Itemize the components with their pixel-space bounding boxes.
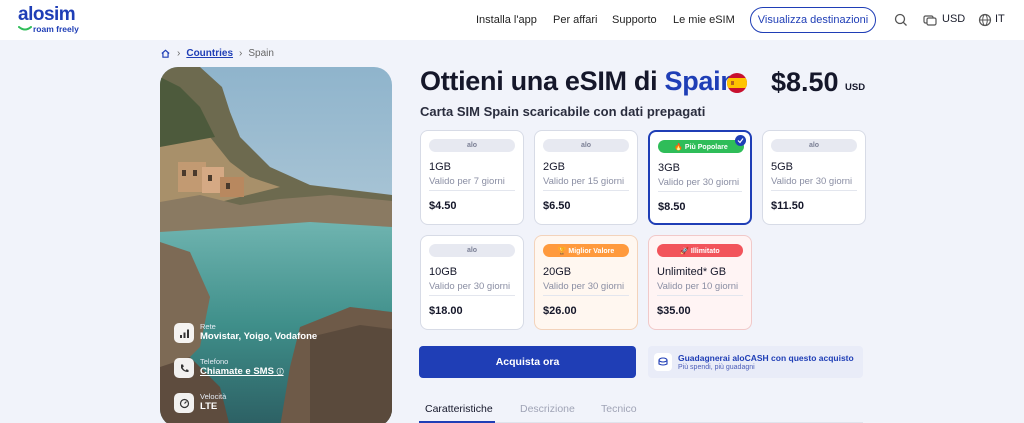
- plan-badge: alo: [543, 139, 629, 152]
- home-icon[interactable]: [160, 48, 171, 59]
- plan-data: 10GB: [429, 266, 458, 278]
- plan-validity: Valido per 30 giorni: [429, 281, 511, 292]
- currency-icon[interactable]: [922, 12, 938, 28]
- plan-validity: Valido per 10 giorni: [657, 281, 739, 292]
- page-subtitle: Carta SIM Spain scaricabile con dati pre…: [420, 104, 706, 119]
- currency-selector[interactable]: USD: [942, 13, 965, 25]
- nav-install-app[interactable]: Installa l'app: [476, 0, 537, 40]
- nav-business-label[interactable]: Per affari: [553, 14, 597, 26]
- plan-badge-best-value: 🏆 Miglior Valore: [543, 244, 629, 257]
- divider: [658, 191, 742, 192]
- plan-card-1gb[interactable]: alo 1GB Valido per 7 giorni $4.50: [420, 130, 524, 225]
- alocash-title: Guadagnerai aloCASH con questo acquisto: [678, 352, 854, 363]
- plan-badge-popular: 🔥 Più Popolare: [658, 140, 744, 153]
- breadcrumb: › Countries › Spain: [160, 48, 274, 59]
- plan-badge: alo: [771, 139, 857, 152]
- plan-data: 20GB: [543, 266, 572, 278]
- plan-card-3gb[interactable]: 🔥 Più Popolare 3GB Valido per 30 giorni …: [648, 130, 752, 225]
- plan-data: Unlimited* GB: [657, 266, 727, 278]
- plan-price: $6.50: [543, 200, 571, 212]
- plan-price: $18.00: [429, 305, 463, 317]
- plan-validity: Valido per 30 giorni: [543, 281, 625, 292]
- nav-install-label[interactable]: Installa l'app: [476, 14, 537, 26]
- plan-validity: Valido per 7 giorni: [429, 176, 505, 187]
- spec-network-value: Movistar, Yoigo, Vodafone: [200, 331, 318, 342]
- plan-card-20gb[interactable]: 🏆 Miglior Valore 20GB Valido per 30 gior…: [534, 235, 638, 330]
- tab-technical[interactable]: Tecnico: [601, 403, 637, 415]
- plan-validity: Valido per 15 giorni: [543, 176, 625, 187]
- plan-price: $26.00: [543, 305, 577, 317]
- alocash-info: Guadagnerai aloCASH con questo acquisto …: [648, 346, 863, 378]
- language-selector[interactable]: IT: [995, 13, 1005, 25]
- product-tabs: Caratteristiche Descrizione Tecnico: [419, 397, 863, 423]
- divider: [429, 190, 515, 191]
- globe-icon[interactable]: [977, 12, 993, 28]
- tab-features[interactable]: Caratteristiche: [425, 403, 493, 415]
- spec-phone-value[interactable]: Chiamate e SMS ⓘ: [200, 366, 284, 379]
- logo-tagline: roam freely: [33, 24, 79, 34]
- info-icon[interactable]: ⓘ: [277, 369, 284, 376]
- tab-description[interactable]: Descrizione: [520, 403, 575, 415]
- spec-speed-label: Velocità: [200, 392, 227, 401]
- site-header: alosim roam freely Installa l'app Per af…: [0, 0, 1024, 40]
- nav-support-label[interactable]: Supporto: [612, 14, 657, 26]
- breadcrumb-countries[interactable]: Countries: [186, 48, 233, 59]
- spec-speed: Velocità LTE: [174, 392, 226, 413]
- divider: [657, 295, 743, 296]
- signal-icon: [174, 323, 194, 343]
- plan-validity: Valido per 30 giorni: [658, 177, 740, 188]
- plan-data: 5GB: [771, 161, 794, 173]
- plan-price: $11.50: [771, 200, 805, 212]
- phone-icon: [174, 358, 194, 378]
- alosim-logo[interactable]: alosim roam freely: [18, 4, 79, 34]
- divider: [543, 190, 629, 191]
- plan-validity: Valido per 30 giorni: [771, 176, 853, 187]
- divider: [429, 295, 515, 296]
- plan-price: $4.50: [429, 200, 457, 212]
- spec-network-label: Rete: [200, 322, 216, 331]
- plan-card-10gb[interactable]: alo 10GB Valido per 30 giorni $18.00: [420, 235, 524, 330]
- page-title: Ottieni una eSIM di Spain: [420, 66, 737, 97]
- title-country: Spain: [664, 66, 737, 96]
- plan-badge: alo: [429, 244, 515, 257]
- plan-badge-unlimited: 🚀 Illimitato: [657, 244, 743, 257]
- divider: [543, 295, 629, 296]
- title-prefix: Ottieni una eSIM di: [420, 66, 658, 96]
- nav-support[interactable]: Supporto: [612, 0, 657, 40]
- price-value: $8.50: [771, 67, 839, 97]
- spec-network: Rete Movistar, Yoigo, Vodafone: [174, 322, 317, 343]
- coins-icon: [654, 353, 672, 371]
- view-destinations-button[interactable]: Visualizza destinazioni: [750, 7, 876, 33]
- plan-data: 3GB: [658, 162, 681, 174]
- nav-my-esim[interactable]: Le mie eSIM: [673, 0, 735, 40]
- spec-phone-value-text: Chiamate e SMS: [200, 366, 274, 377]
- plan-price: $8.50: [658, 201, 686, 213]
- spec-speed-value: LTE: [200, 401, 218, 412]
- plan-card-5gb[interactable]: alo 5GB Valido per 30 giorni $11.50: [762, 130, 866, 225]
- plan-price: $35.00: [657, 305, 691, 317]
- search-icon[interactable]: [893, 12, 909, 28]
- nav-my-esim-label[interactable]: Le mie eSIM: [673, 14, 735, 26]
- plan-card-2gb[interactable]: alo 2GB Valido per 15 giorni $6.50: [534, 130, 638, 225]
- divider: [771, 190, 857, 191]
- buy-now-button[interactable]: Acquista ora: [419, 346, 636, 378]
- destination-image: Rete Movistar, Yoigo, Vodafone Telefono …: [160, 67, 392, 423]
- spec-phone-label: Telefono: [200, 357, 229, 366]
- nav-business[interactable]: Per affari: [553, 0, 597, 40]
- breadcrumb-separator: ›: [177, 48, 181, 59]
- breadcrumb-separator: ›: [239, 48, 243, 59]
- plan-data: 2GB: [543, 161, 566, 173]
- price-currency: USD: [845, 82, 866, 93]
- breadcrumb-current: Spain: [248, 48, 274, 59]
- plan-data: 1GB: [429, 161, 452, 173]
- plan-badge: alo: [429, 139, 515, 152]
- spain-flag-icon: [727, 73, 747, 93]
- selected-check-icon: [735, 135, 746, 146]
- logo-wordmark: alosim: [18, 4, 76, 25]
- speedometer-icon: [174, 393, 194, 413]
- smile-icon: [18, 26, 32, 31]
- plan-card-unlimited[interactable]: 🚀 Illimitato Unlimited* GB Valido per 10…: [648, 235, 752, 330]
- alocash-subtitle: Più spendi, più guadagni: [678, 363, 755, 371]
- spec-phone: Telefono Chiamate e SMS ⓘ: [174, 357, 284, 379]
